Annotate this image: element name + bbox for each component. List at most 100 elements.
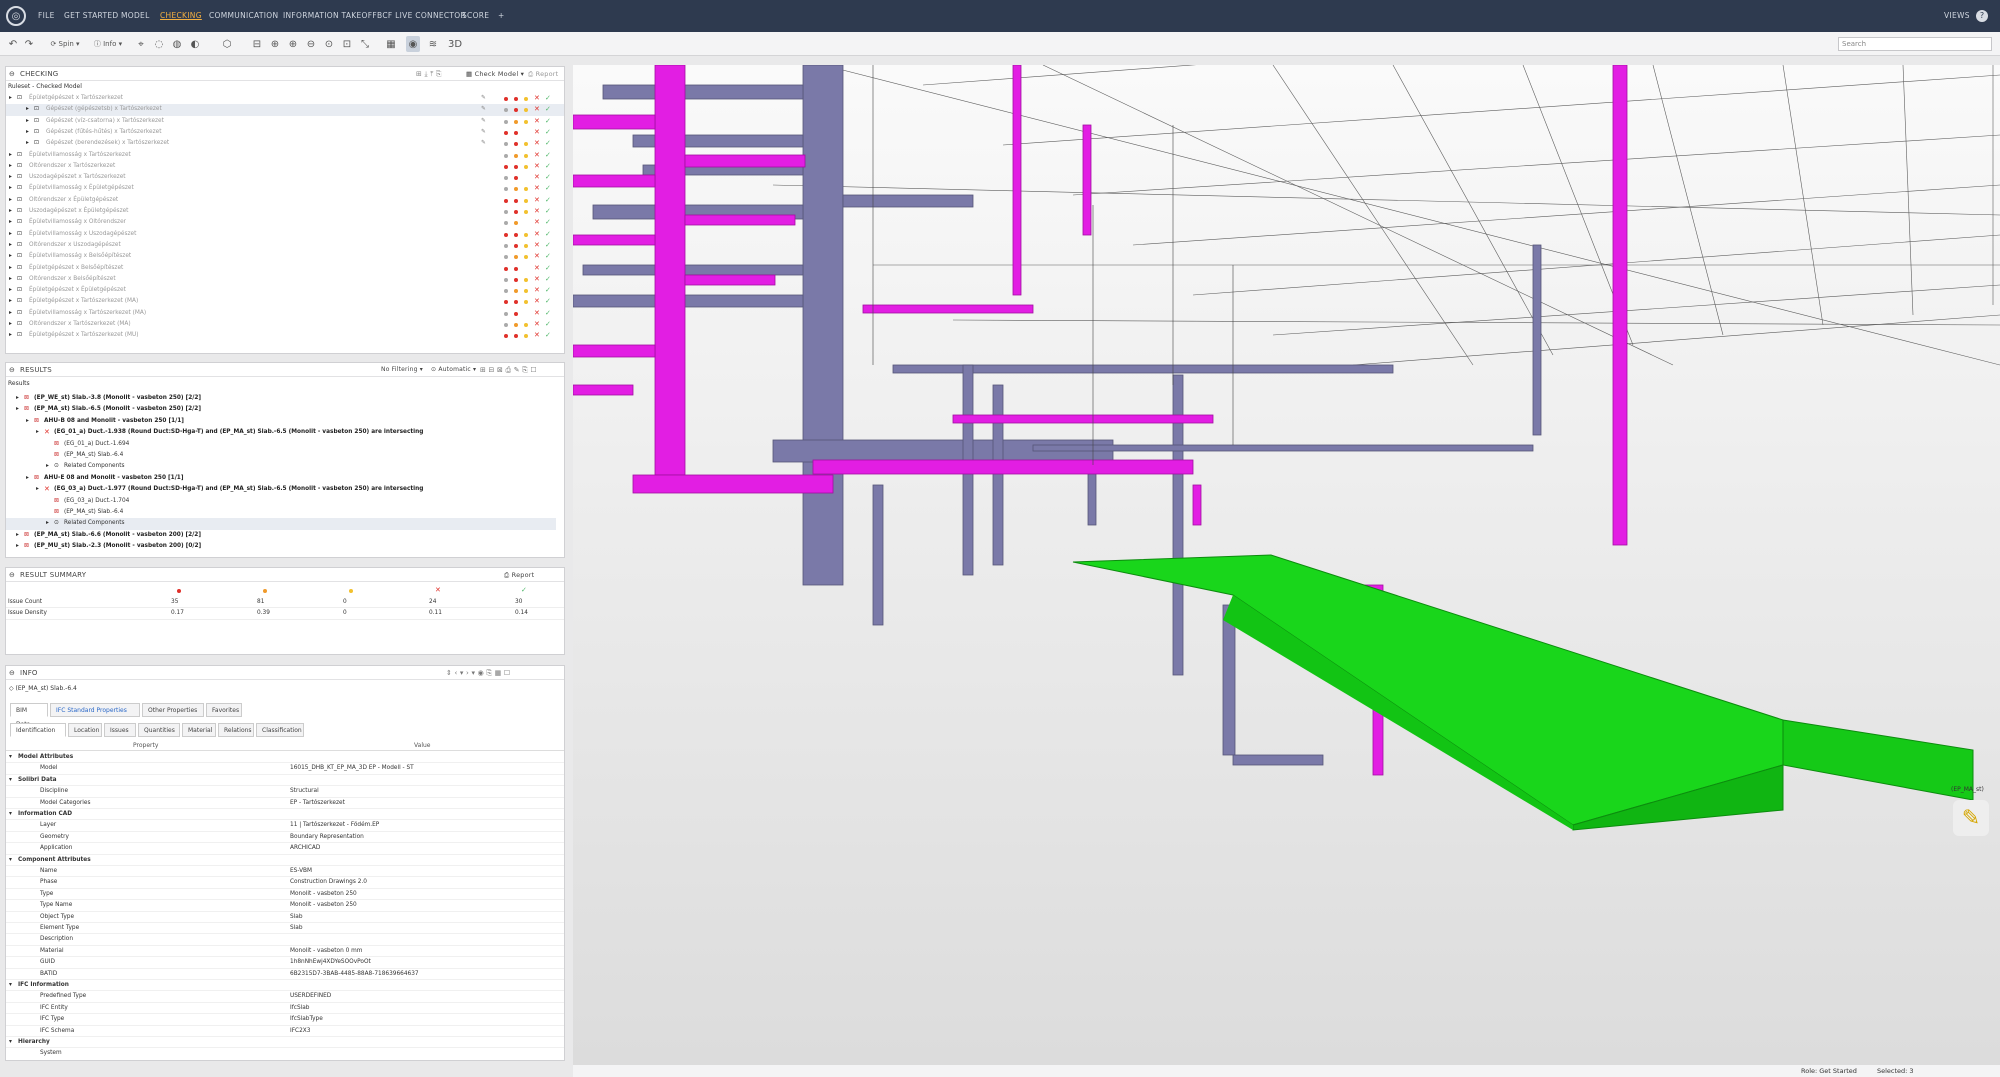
- result-row[interactable]: ⊠ (EP_MA_st) Slab.-6.4: [6, 507, 556, 518]
- collapse-icon[interactable]: ⊖: [9, 568, 15, 582]
- app-logo-icon[interactable]: ◎: [6, 6, 26, 26]
- result-row[interactable]: ▸ ⊠ AHU-B 08 and Monolit - vasbeton 250 [1…: [6, 416, 556, 427]
- info-subtab[interactable]: Identification: [10, 723, 66, 737]
- ruleset-row[interactable]: ▸ ⊡ Épületvillamosság x Belsőépítészet ✕ ✓: [6, 251, 564, 262]
- collapse-icon[interactable]: ⊖: [9, 67, 15, 81]
- pencil-icon[interactable]: ✎: [1953, 800, 1989, 836]
- zoom-selected-icon[interactable]: ⊙: [322, 36, 336, 52]
- expand-icon[interactable]: ▸: [9, 183, 12, 194]
- edit-icon[interactable]: ✎: [481, 116, 486, 127]
- menu-model[interactable]: MODEL: [121, 0, 150, 32]
- expand-icon[interactable]: ▸: [26, 138, 29, 149]
- ruleset-row[interactable]: ▸ ⊡ Épületgépészet x Épületgépészet ✕ ✓: [6, 285, 564, 296]
- ruleset-row[interactable]: ▸ ⊡ Épületvillamosság x Uszodagépészet ✕ ✓: [6, 229, 564, 240]
- menu-communication[interactable]: COMMUNICATION: [209, 0, 278, 32]
- property-row[interactable]: IFC Schema IFC2X3: [6, 1026, 564, 1037]
- info-tab[interactable]: Favorites: [206, 703, 242, 717]
- property-row[interactable]: Name ES-VBM: [6, 866, 564, 878]
- expand-icon[interactable]: ▾: [9, 855, 12, 866]
- expand-icon[interactable]: ▸: [9, 330, 12, 341]
- property-category[interactable]: ▾ Solibri Data: [6, 775, 564, 787]
- panel-tools-icon[interactable]: ⊞ ⤓ ⤒ ⎘: [416, 67, 442, 81]
- zoom-in-icon[interactable]: ⊕: [286, 36, 300, 52]
- expand-icon[interactable]: ▸: [9, 195, 12, 206]
- ruleset-row[interactable]: ▸ ⊡ Gépészet (víz-csatorna) x Tartószerkez…: [6, 116, 564, 127]
- expand-icon[interactable]: ▾: [9, 752, 12, 763]
- property-row[interactable]: Material Monolit - vasbeton 0 mm: [6, 946, 564, 958]
- result-row[interactable]: ⊠ (EG_03_a) Duct.-1.704: [6, 496, 556, 507]
- ruleset-row[interactable]: ▸ ⊡ Épületgépészet x Belsőépítészet ✕ ✓: [6, 263, 564, 274]
- info-tab[interactable]: Other Properties: [142, 703, 204, 717]
- 3d-viewport[interactable]: (EP_MA_st) ✎: [573, 65, 2000, 1065]
- undo-icon[interactable]: ↶: [6, 36, 20, 52]
- expand-icon[interactable]: ▸: [26, 127, 29, 138]
- edit-icon[interactable]: ✎: [481, 127, 486, 138]
- hide-icon[interactable]: ◌: [152, 36, 166, 52]
- property-row[interactable]: Layer 11 | Tartószerkezet - Födém.EP: [6, 820, 564, 832]
- property-row[interactable]: Object Type Slab: [6, 912, 564, 923]
- ruleset-row[interactable]: ▸ ⊡ Oltórendszer x Tartószerkezet (MA) ✕ ✓: [6, 319, 564, 330]
- result-row[interactable]: ▸ ✕ (EG_01_a) Duct.-1.938 (Round Duct:SD-H…: [6, 427, 556, 438]
- transparency-icon[interactable]: ◐: [188, 36, 202, 52]
- property-row[interactable]: Application ARCHICAD: [6, 843, 564, 855]
- expand-icon[interactable]: ▸: [9, 296, 12, 307]
- property-row[interactable]: System: [6, 1048, 564, 1058]
- expand-icon[interactable]: ▸: [9, 150, 12, 161]
- expand-icon[interactable]: ▸: [9, 319, 12, 330]
- expand-icon[interactable]: ▸: [46, 461, 49, 472]
- property-category[interactable]: ▾ Information CAD: [6, 809, 564, 821]
- expand-icon[interactable]: ▸: [46, 518, 49, 529]
- menu--[interactable]: +: [498, 0, 505, 32]
- edit-icon[interactable]: ✎: [481, 93, 486, 104]
- ruleset-row[interactable]: ▸ ⊡ Uszodagépészet x Épületgépészet ✕ ✓: [6, 206, 564, 217]
- property-row[interactable]: BATID 6B2315D7-3BAB-4485-88A8-71863966463…: [6, 969, 564, 980]
- spin-button[interactable]: ⟳ Spin ▾: [46, 36, 84, 52]
- expand-icon[interactable]: ▸: [26, 473, 29, 484]
- expand-icon[interactable]: ▸: [26, 116, 29, 127]
- ruleset-row[interactable]: ▸ ⊡ Épületgépészet x Tartószerkezet (MA) ✕ ✓: [6, 296, 564, 307]
- ruleset-row[interactable]: ▸ ⊡ Épületvillamosság x Épületgépészet ✕ ✓: [6, 183, 564, 194]
- filter-dropdown[interactable]: No Filtering ▾: [381, 363, 423, 377]
- report-button[interactable]: ⎙ Report: [528, 67, 558, 81]
- edit-icon[interactable]: ✎: [481, 104, 486, 115]
- property-row[interactable]: Type Name Monolit - vasbeton 250: [6, 900, 564, 912]
- select-icon[interactable]: ⌖: [134, 36, 148, 52]
- redo-icon[interactable]: ↷: [22, 36, 36, 52]
- expand-icon[interactable]: ▸: [26, 104, 29, 115]
- info-subtab[interactable]: Issues: [104, 723, 136, 737]
- expand-icon[interactable]: ▸: [36, 427, 39, 438]
- expand-icon[interactable]: ▸: [16, 404, 19, 415]
- ruleset-row[interactable]: ▸ ⊡ Oltórendszer x Tartószerkezet ✕ ✓: [6, 161, 564, 172]
- auto-dropdown[interactable]: ⊙ Automatic ▾: [431, 363, 476, 377]
- search-input[interactable]: Search: [1838, 37, 1992, 51]
- property-category[interactable]: ▾ Component Attributes: [6, 855, 564, 866]
- collapse-icon[interactable]: ⊖: [9, 666, 15, 680]
- collapse-icon[interactable]: ⊖: [9, 363, 15, 377]
- info-subtab[interactable]: Relations: [218, 723, 254, 737]
- info-tab[interactable]: IFC Standard Properties: [50, 703, 140, 717]
- expand-icon[interactable]: ▸: [9, 285, 12, 296]
- expand-icon[interactable]: ▾: [9, 809, 12, 820]
- zoom-window-icon[interactable]: ⊡: [340, 36, 354, 52]
- menu-get-started[interactable]: GET STARTED: [64, 0, 118, 32]
- result-row[interactable]: ▸ ⊙ Related Components: [6, 518, 556, 530]
- property-row[interactable]: Predefined Type USERDEFINED: [6, 991, 564, 1003]
- results-tools-icon[interactable]: ⊞ ⊟ ⊠ ⎙ ✎ ⎘ ☐: [480, 363, 537, 377]
- edit-icon[interactable]: ✎: [481, 138, 486, 149]
- menu-checking[interactable]: CHECKING: [160, 0, 202, 32]
- expand-icon[interactable]: ▸: [16, 530, 19, 541]
- expand-icon[interactable]: ▸: [9, 240, 12, 251]
- section-icon[interactable]: ⊟: [250, 36, 264, 52]
- expand-icon[interactable]: ▾: [9, 1037, 12, 1048]
- info-button[interactable]: ⓘ Info ▾: [88, 36, 128, 52]
- property-row[interactable]: Description: [6, 934, 564, 946]
- ruleset-row[interactable]: ▸ ⊡ Uszodagépészet x Tartószerkezet ✕ ✓: [6, 172, 564, 183]
- info-tab[interactable]: BIM Data: [10, 703, 48, 728]
- ruleset-row[interactable]: ▸ ⊡ Épületgépészet x Tartószerkezet (MU) ✕ ✓: [6, 330, 564, 341]
- floorplan-icon[interactable]: ▦: [384, 36, 398, 52]
- property-row[interactable]: Discipline Structural: [6, 786, 564, 798]
- result-row[interactable]: ▸ ⊠ (EP_MA_st) Slab.-6.6 (Monolit - vasbet…: [6, 530, 556, 541]
- ruleset-row[interactable]: ▸ ⊡ Gépészet (berendezések) x Tartószerkez…: [6, 138, 564, 149]
- 3d-view-icon[interactable]: 3D: [448, 36, 462, 52]
- info-subtab[interactable]: Material: [182, 723, 216, 737]
